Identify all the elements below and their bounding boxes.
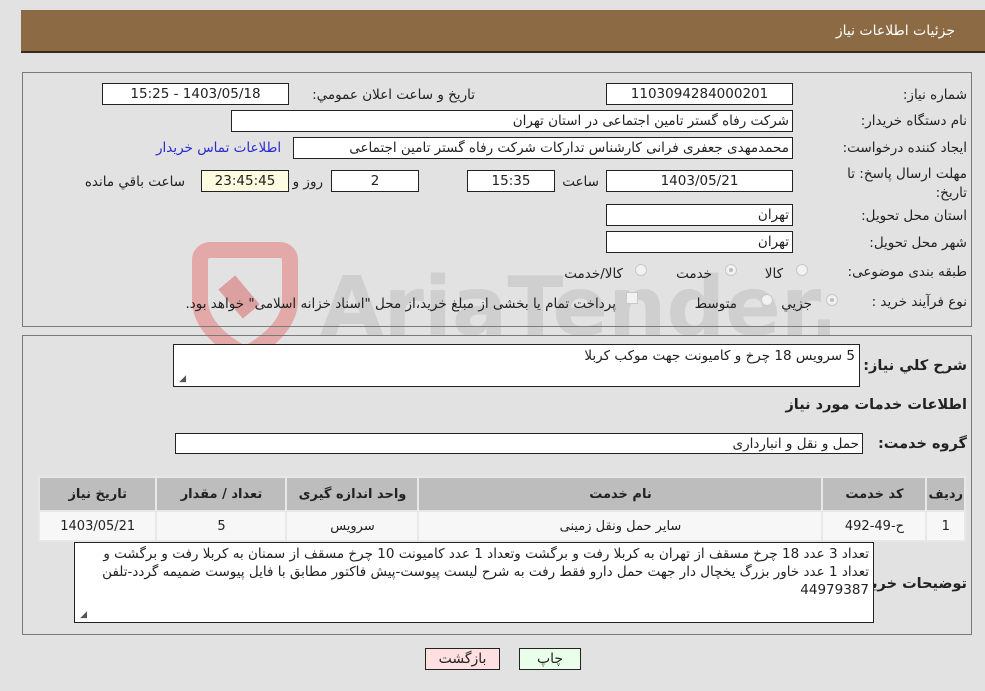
summary-text: 5 سرویس 18 چرخ و کامیونت جهت موکب کربلا	[584, 348, 855, 364]
col-unit: واحد اندازه گیری	[285, 476, 420, 512]
process-option-minor: جزيي	[781, 296, 812, 312]
cell-service-name: سایر حمل ونقل زمینی	[417, 510, 824, 542]
category-option-service: خدمت	[676, 266, 712, 282]
category-radio-goods-service[interactable]	[635, 264, 647, 276]
category-radio-goods[interactable]	[796, 264, 808, 276]
back-button[interactable]: بازگشت	[425, 648, 500, 670]
days-label: روز و	[292, 174, 323, 190]
province-field: تهران	[606, 204, 793, 226]
creator-field: محمدمهدی جعفری فرانی کارشناس تدارکات شرک…	[293, 137, 793, 159]
city-label: شهر محل تحویل:	[869, 235, 967, 251]
remaining-time-field: 23:45:45	[201, 170, 289, 192]
deadline-label: مهلت ارسال پاسخ: تا تاریخ:	[847, 166, 967, 201]
announce-datetime-field: 1403/05/18 - 15:25	[102, 83, 289, 105]
buyer-notes-textarea[interactable]: تعداد 3 عدد 18 چرخ مسقف از تهران به کربل…	[74, 542, 874, 623]
buyer-org-field: شرکت رفاه گستر تامین اجتماعی در استان ته…	[231, 110, 793, 132]
province-label: استان محل تحویل:	[861, 208, 967, 224]
col-need-date: تاریخ نیاز	[37, 476, 158, 512]
category-option-goods: کالا	[764, 266, 783, 282]
process-option-medium: متوسط	[694, 296, 737, 312]
deadline-date-field: 1403/05/21	[606, 170, 793, 192]
resize-grip-icon[interactable]: ◢	[176, 374, 186, 384]
table-header-row: ردیف کد خدمت نام خدمت واحد اندازه گیری ت…	[37, 476, 966, 512]
buyer-contact-link[interactable]: اطلاعات تماس خریدار	[156, 140, 281, 156]
treasury-note: پرداخت تمام یا بخشی از مبلغ خرید،از محل …	[185, 296, 616, 312]
need-number-label: شماره نیاز:	[902, 87, 967, 103]
category-option-goods-service: کالا/خدمت	[564, 266, 623, 282]
page-title: جزئيات اطلاعات نياز	[835, 23, 955, 39]
creator-label: ایجاد کننده درخواست:	[842, 140, 967, 156]
city-field: تهران	[606, 231, 793, 253]
buyer-org-label: نام دستگاه خریدار:	[860, 113, 967, 129]
col-service-code: کد خدمت	[821, 476, 928, 512]
col-service-name: نام خدمت	[417, 476, 824, 512]
cell-unit: سرویس	[285, 510, 420, 542]
print-button[interactable]: چاپ	[519, 648, 581, 670]
cell-quantity: 5	[155, 510, 288, 542]
service-group-label: گروه خدمت:	[877, 436, 967, 452]
services-table: ردیف کد خدمت نام خدمت واحد اندازه گیری ت…	[37, 476, 966, 542]
resize-grip-icon[interactable]: ◢	[77, 610, 87, 620]
deadline-time-field: 15:35	[467, 170, 555, 192]
cell-service-code: ح-49-492	[821, 510, 928, 542]
services-heading: اطلاعات خدمات مورد نیاز	[785, 397, 967, 413]
table-row: 1 ح-49-492 سایر حمل ونقل زمینی سرویس 5 1…	[37, 510, 966, 542]
cell-row-number: 1	[925, 510, 966, 542]
category-radio-service[interactable]	[725, 264, 737, 276]
col-quantity: تعداد / مقدار	[155, 476, 288, 512]
cell-need-date: 1403/05/21	[37, 510, 158, 542]
category-label: طبقه بندی موضوعی:	[847, 264, 967, 280]
service-group-field: حمل و نقل و انبارداری	[175, 433, 863, 454]
treasury-checkbox[interactable]	[626, 292, 638, 304]
need-number-field: 1103094284000201	[606, 83, 793, 105]
summary-label: شرح كلي نياز:	[863, 358, 967, 374]
summary-textarea[interactable]: 5 سرویس 18 چرخ و کامیونت جهت موکب کربلا …	[173, 344, 860, 387]
announce-label: تاريخ و ساعت اعلان عمومي:	[312, 87, 475, 103]
process-label: نوع فرآیند خرید :	[871, 294, 967, 310]
process-radio-medium[interactable]	[761, 294, 773, 306]
page-header: جزئيات اطلاعات نياز	[21, 10, 985, 53]
col-row-number: ردیف	[925, 476, 966, 512]
buyer-notes-text: تعداد 3 عدد 18 چرخ مسقف از تهران به کربل…	[102, 546, 869, 598]
deadline-time-label: ساعت	[562, 174, 599, 190]
remaining-time-label: ساعت باقي مانده	[84, 174, 185, 190]
days-remaining-field: 2	[331, 170, 419, 192]
process-radio-minor[interactable]	[826, 294, 838, 306]
